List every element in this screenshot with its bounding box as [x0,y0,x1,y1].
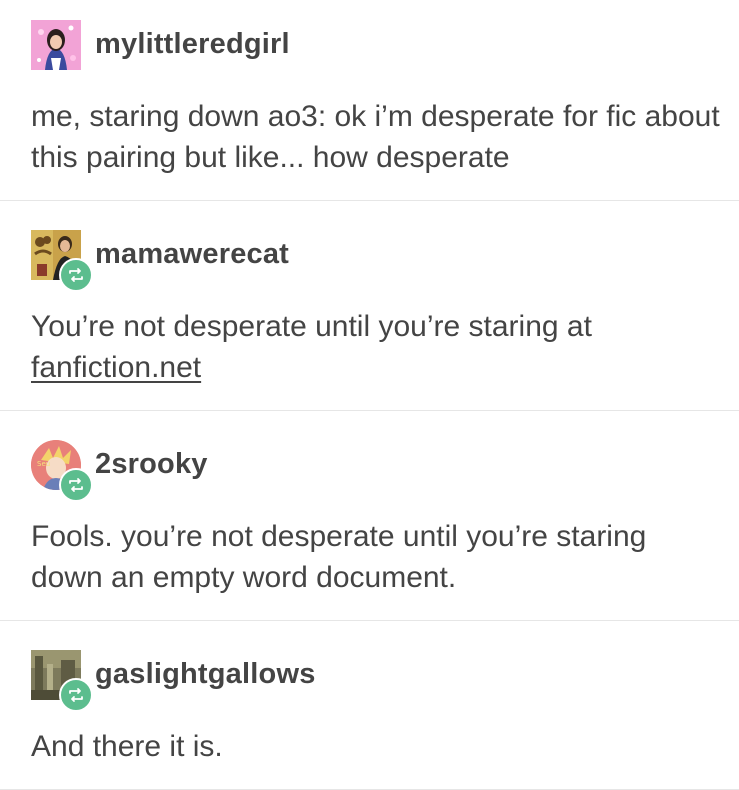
avatar-gaslightgallows[interactable] [31,650,93,712]
avatar-mamawerecat[interactable] [31,230,93,292]
reblog-icon [69,478,83,492]
username[interactable]: gaslightgallows [95,658,316,691]
username[interactable]: 2srooky [95,448,208,481]
post-text: me, staring down ao3: ok i’m desperate f… [31,100,720,174]
post-header: Seu 2srooky [31,440,631,502]
post-header: gaslightgallows [31,650,631,712]
post-text: And there it is. [31,730,223,763]
divider [0,620,739,621]
divider [0,410,739,411]
reblog-icon [69,688,83,702]
username[interactable]: mylittleredgirl [95,28,290,61]
avatar-mylittleredgirl[interactable] [31,20,81,70]
post-header: mamawerecat [31,230,631,292]
reblog-badge [59,258,93,292]
reblog-badge [59,678,93,712]
avatar-2srooky[interactable]: Seu [31,440,93,502]
svg-text:Seu: Seu [37,460,50,468]
fanfiction-link[interactable]: fanfiction.net [31,351,201,384]
divider [0,200,739,201]
post-text: Fools. you’re not desperate until you’re… [31,520,647,594]
username[interactable]: mamawerecat [95,238,289,271]
avatar-image [31,20,81,70]
post-header: mylittleredgirl [31,20,631,72]
post-text-part: You’re not desperate until you’re starin… [31,310,592,343]
post-text: You’re not desperate until you’re starin… [31,306,721,388]
reblog-icon [69,268,83,282]
reblog-badge [59,468,93,502]
